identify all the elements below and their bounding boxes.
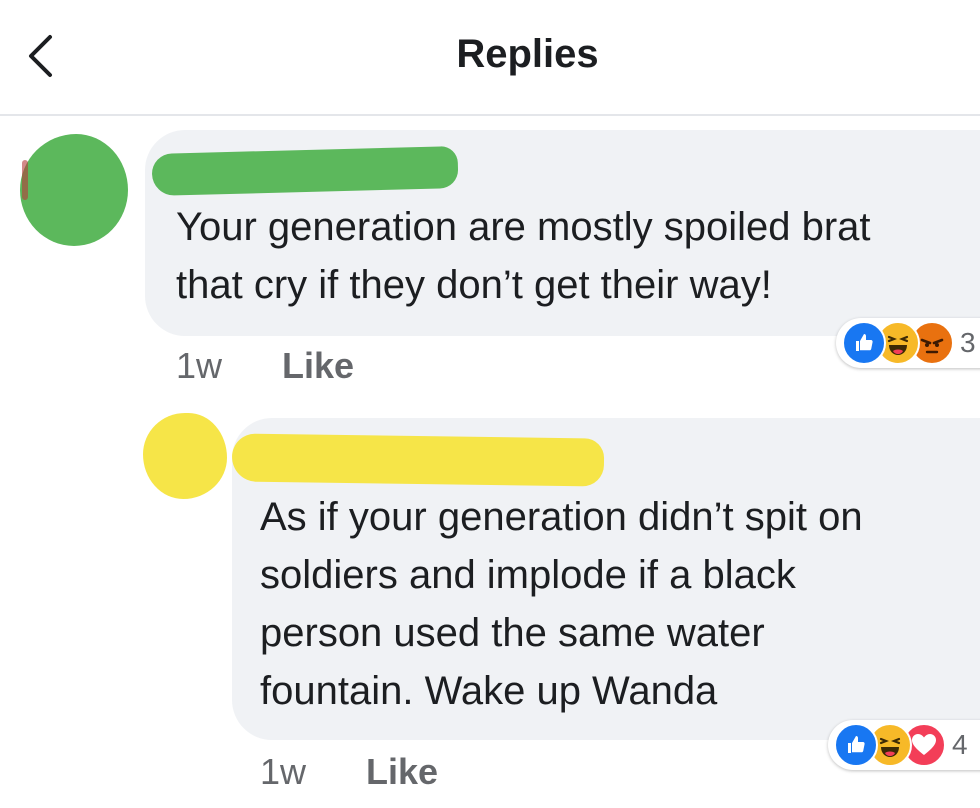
reaction-count: 4 [952, 729, 968, 760]
comment-line: person used the same water [260, 611, 765, 655]
like-link[interactable]: Like [282, 346, 354, 386]
avatar-edge [22, 160, 28, 200]
comment-text: Your generation are mostly spoiled brat … [176, 198, 980, 314]
comment-text: As if your generation didn’t spit on sol… [260, 488, 960, 720]
comment-line: Your generation are mostly spoiled brat [176, 205, 871, 249]
comment-line: that cry if they don’t get their way! [176, 263, 772, 307]
like-icon [842, 321, 886, 365]
like-link[interactable]: Like [366, 752, 438, 792]
avatar[interactable] [20, 134, 128, 246]
reaction-summary[interactable]: 4 [828, 720, 980, 770]
redacted-author-name[interactable] [231, 433, 605, 487]
like-icon [834, 723, 878, 767]
comment-timestamp[interactable]: 1w [260, 752, 306, 792]
reaction-summary[interactable]: 3 [836, 318, 980, 368]
page-title: Replies [456, 32, 599, 76]
header-divider [0, 114, 980, 116]
comment-line: soldiers and implode if a black [260, 553, 796, 597]
header-bar: Replies [0, 0, 980, 112]
reaction-count: 3 [960, 327, 976, 358]
avatar[interactable] [143, 413, 227, 499]
redacted-author-name[interactable] [151, 146, 459, 196]
comment-line: fountain. Wake up Wanda [260, 669, 718, 713]
comment-line: As if your generation didn’t spit on [260, 495, 863, 539]
comment-timestamp[interactable]: 1w [176, 346, 222, 386]
